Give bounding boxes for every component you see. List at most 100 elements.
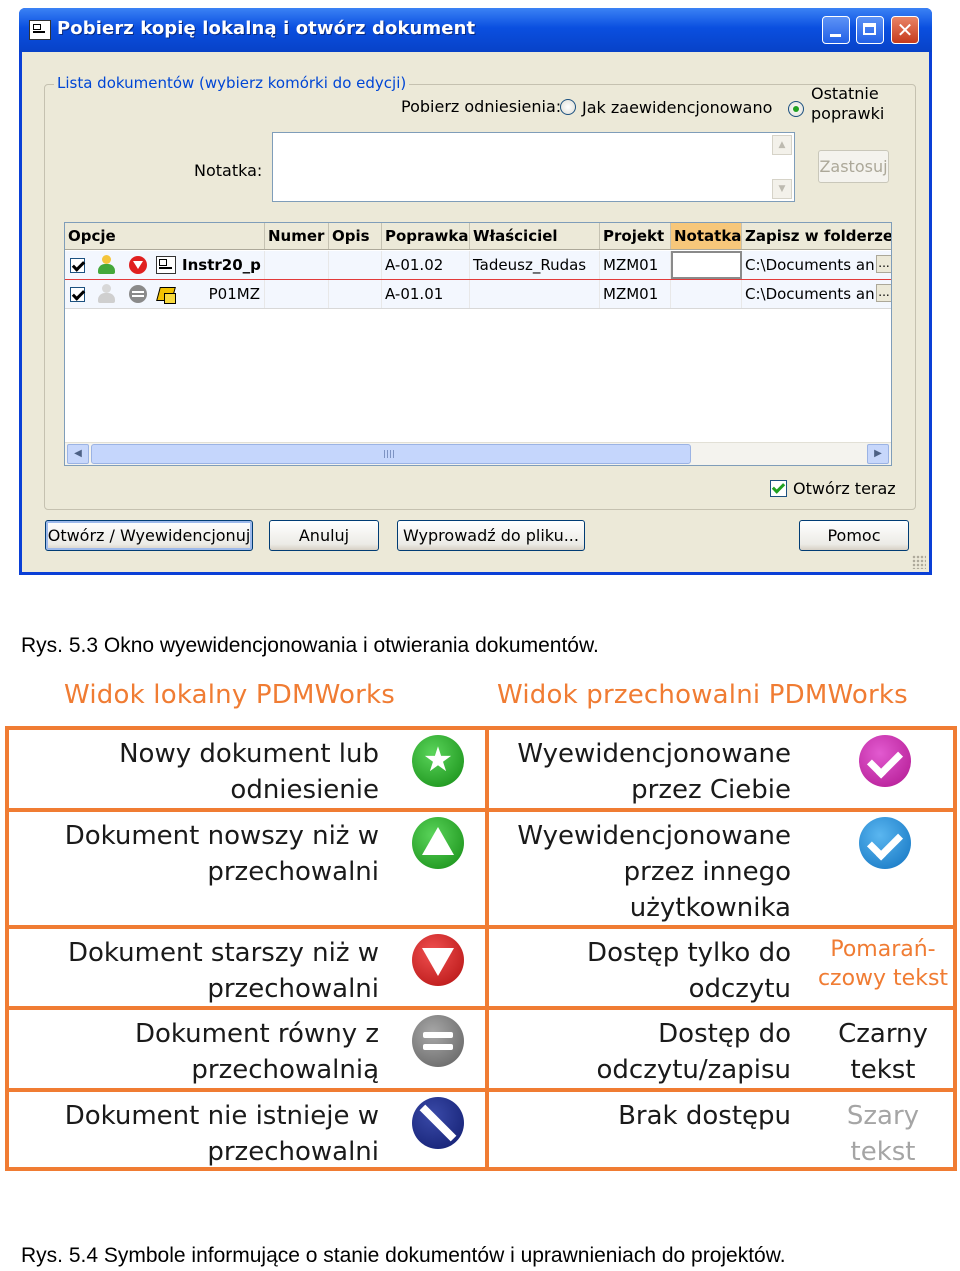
open-checkin-button[interactable]: Otwórz / Wyewidencjonuj: [45, 520, 253, 551]
table-row[interactable]: P01MZ A-01.01 MZM01 C:\Documents an ...: [65, 280, 891, 309]
row1-project: MZM01: [600, 251, 671, 279]
row2-browse-button[interactable]: ...: [876, 284, 891, 302]
radio-checked-in[interactable]: [560, 99, 576, 115]
column-revision[interactable]: Poprawka: [382, 223, 470, 249]
row1-folder-cell[interactable]: C:\Documents an ...: [742, 251, 891, 279]
radio-latest-label[interactable]: Ostatnie poprawki: [811, 84, 884, 124]
row1-description[interactable]: [329, 251, 382, 279]
maximize-button[interactable]: [856, 16, 884, 44]
checkout-dialog-window: Pobierz kopię lokalną i otwórz dokument …: [19, 8, 932, 575]
note-textarea[interactable]: ▲ ▼: [272, 132, 795, 202]
cancel-button[interactable]: Anuluj: [269, 520, 379, 551]
row1-browse-button[interactable]: ...: [876, 255, 891, 273]
row-options-cell: Instr20_p: [65, 251, 265, 279]
column-number[interactable]: Numer: [265, 223, 329, 249]
legend-checked-out-by-you-text: Wyewidencjonowane przez Ciebie: [517, 739, 791, 805]
row-options-cell: P01MZ: [65, 280, 265, 308]
row2-revision: A-01.01: [382, 280, 470, 308]
close-button[interactable]: ✕: [891, 16, 919, 44]
no-owner-user-icon: [96, 284, 116, 304]
legend-no-access-text: Brak dostępu: [618, 1101, 791, 1131]
local-view-header: Widok lokalny PDMWorks: [64, 680, 396, 710]
row-select-checkbox[interactable]: [70, 287, 85, 302]
row-select-checkbox[interactable]: [70, 258, 85, 273]
divider: [489, 808, 957, 812]
row2-number[interactable]: [265, 280, 329, 308]
scroll-left-icon[interactable]: ◀: [67, 444, 89, 464]
grid-header: Opcje Numer Opis Poprawka Właściciel Pro…: [65, 223, 891, 250]
note-label: Notatka:: [194, 161, 263, 180]
row2-owner: [470, 280, 600, 308]
documents-grid[interactable]: Opcje Numer Opis Poprawka Właściciel Pro…: [64, 222, 892, 466]
export-to-file-button[interactable]: Wyprowadź do pliku...: [397, 520, 585, 551]
minimize-button[interactable]: [822, 16, 850, 44]
legend-table: Nowy dokument lub odniesienie ★ Dokument…: [5, 726, 957, 1171]
table-row[interactable]: Instr20_p A-01.02 Tadeusz_Rudas MZM01 C:…: [65, 251, 891, 280]
row2-folder-cell[interactable]: C:\Documents an ...: [742, 280, 891, 308]
divider: [9, 1088, 485, 1092]
gray-equals-icon: [412, 1015, 464, 1067]
legend-read-only-text: Dostęp tylko do odczytu: [587, 938, 791, 1004]
blue-slash-icon: [412, 1097, 464, 1149]
row1-number[interactable]: [265, 251, 329, 279]
close-icon: ✕: [896, 18, 914, 42]
scroll-down-icon[interactable]: ▼: [772, 179, 792, 199]
green-up-triangle-icon: [412, 817, 464, 869]
row2-note-cell[interactable]: [671, 280, 742, 308]
figure-caption-5-3: Rys. 5.3 Okno wyewidencjonowania i otwie…: [21, 634, 599, 657]
legend-equal-text: Dokument równy z przechowalnią: [135, 1019, 379, 1085]
owner-user-icon: [96, 255, 116, 275]
red-down-triangle-icon: [129, 256, 147, 274]
scroll-right-icon[interactable]: ▶: [867, 444, 889, 464]
legend-newer-text: Dokument nowszy niż w przechowalni: [64, 821, 379, 887]
row1-folder: C:\Documents an: [745, 256, 875, 274]
assembly-part-icon: [156, 284, 176, 304]
scroll-up-icon[interactable]: ▲: [772, 135, 792, 155]
row1-revision: A-01.02: [382, 251, 470, 279]
row1-note-cell[interactable]: [671, 251, 742, 279]
row1-name: Instr20_p: [182, 256, 261, 274]
dialog-app-icon: [29, 20, 51, 40]
row2-name: P01MZ: [208, 285, 260, 303]
legend-gray-text-label: Szary tekst: [846, 1101, 920, 1167]
figure-caption-5-4: Rys. 5.4 Symbole informujące o stanie do…: [21, 1244, 786, 1267]
window-title: Pobierz kopię lokalną i otwórz dokument: [57, 18, 476, 39]
reference-label: Pobierz odniesienia:: [401, 97, 562, 116]
radio-checked-in-label[interactable]: Jak zaewidencjonowano: [582, 98, 772, 117]
title-bar[interactable]: Pobierz kopię lokalną i otwórz dokument …: [19, 8, 932, 52]
divider: [9, 925, 485, 929]
note-scrollbar[interactable]: ▲ ▼: [772, 135, 792, 199]
legend-read-write-text: Dostęp do odczytu/zapisu: [596, 1019, 791, 1085]
row1-owner: Tadeusz_Rudas: [470, 251, 600, 279]
legend-checked-out-by-other-text: Wyewidencjonowane przez innego użytkowni…: [517, 821, 791, 923]
radio-latest-revisions[interactable]: [788, 101, 804, 117]
open-now-checkbox[interactable]: [770, 480, 787, 497]
thumb-grip-icon: [384, 450, 394, 458]
legend-older-text: Dokument starszy niż w przechowalni: [67, 938, 379, 1004]
resize-grip-icon[interactable]: [912, 555, 926, 569]
scroll-thumb[interactable]: [91, 444, 691, 464]
legend-new-document-text: Nowy dokument lub odniesienie: [119, 739, 379, 805]
vault-view-header: Widok przechowalni PDMWorks: [497, 680, 908, 710]
maximize-icon: [863, 23, 876, 35]
column-note[interactable]: Notatka: [671, 223, 742, 249]
column-project[interactable]: Projekt: [600, 223, 671, 249]
column-owner[interactable]: Właściciel: [470, 223, 600, 249]
column-save-folder[interactable]: Zapisz w folderze: [742, 223, 891, 249]
column-description[interactable]: Opis: [329, 223, 382, 249]
grid-horizontal-scrollbar[interactable]: ◀ ▶: [65, 442, 891, 465]
help-button[interactable]: Pomoc: [799, 520, 909, 551]
dialog-client-area: Lista dokumentów (wybierz komórki do edy…: [22, 52, 929, 572]
blue-check-icon: [859, 817, 911, 869]
apply-button[interactable]: Zastosuj: [818, 150, 889, 183]
column-options[interactable]: Opcje: [65, 223, 265, 249]
open-now-label[interactable]: Otwórz teraz: [793, 479, 896, 498]
magenta-check-icon: [859, 735, 911, 787]
radio-latest-line2: poprawki: [811, 104, 885, 123]
red-down-triangle-icon: [412, 934, 464, 986]
radio-latest-line1: Ostatnie: [811, 84, 879, 103]
row2-folder: C:\Documents an: [745, 285, 875, 303]
row2-description[interactable]: [329, 280, 382, 308]
document-icon: [156, 256, 176, 274]
green-star-icon: ★: [412, 735, 464, 787]
